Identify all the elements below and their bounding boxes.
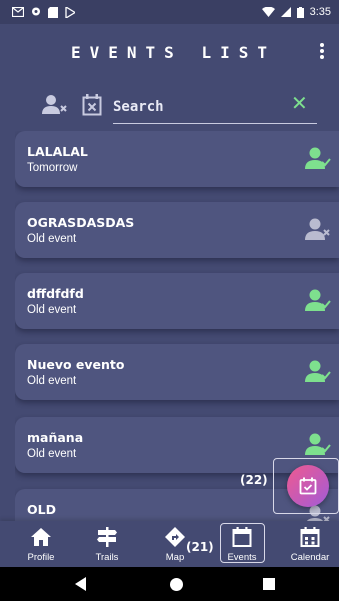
close-icon[interactable]: ✕ — [291, 92, 308, 116]
calendar-filter-button[interactable] — [82, 94, 102, 116]
nav-mark-label: (21) — [186, 540, 214, 554]
event-title: dffdfdfd — [27, 286, 84, 301]
page-title: EVENTS LIST — [71, 42, 276, 62]
list-item[interactable]: LALALAL Tomorrow — [15, 131, 339, 187]
recent-apps-button[interactable] — [263, 578, 275, 590]
nav-item-profile[interactable]: Profile — [15, 525, 67, 565]
calendar-check-icon — [299, 477, 317, 495]
filter-row: ✕ — [0, 84, 339, 130]
event-title: OLD — [27, 502, 56, 517]
list-item[interactable]: Nuevo evento Old event — [15, 344, 339, 400]
more-vertical-icon — [320, 43, 324, 47]
event-title: OGRASDASDAS — [27, 215, 135, 230]
bottom-nav: Profile Trails Map Events Calendar — [0, 521, 339, 567]
signal-icon — [280, 7, 291, 17]
status-left-icons — [12, 6, 75, 18]
event-title: Nuevo evento — [27, 357, 125, 372]
event-subtitle: Old event — [27, 375, 77, 387]
user-check-icon[interactable] — [305, 289, 331, 313]
more-vertical-dot — [320, 49, 324, 53]
search-bar: ✕ — [113, 92, 317, 124]
user-filter-button[interactable] — [42, 94, 68, 116]
battery-icon — [296, 6, 304, 18]
search-input[interactable] — [113, 94, 283, 120]
nav-label: Profile — [27, 552, 55, 563]
user-check-icon[interactable] — [305, 360, 331, 384]
status-right-icons: 3:35 — [261, 6, 331, 18]
directions-icon — [165, 527, 185, 547]
fab-mark-label: (22) — [240, 473, 268, 487]
calendar-grid-icon — [300, 527, 320, 547]
back-icon[interactable] — [75, 577, 86, 591]
event-subtitle: Tomorrow — [27, 162, 78, 174]
events-highlight-box — [220, 523, 265, 563]
event-title: LALALAL — [27, 144, 88, 159]
home-button[interactable] — [170, 578, 183, 591]
status-bar: 3:35 — [0, 0, 339, 24]
sim-icon — [48, 6, 58, 18]
event-subtitle: Old event — [27, 448, 77, 460]
more-vertical-dot — [320, 55, 324, 59]
list-item[interactable]: dffdfdfd Old event — [15, 273, 339, 329]
list-item[interactable]: OGRASDASDAS Old event — [15, 202, 339, 258]
system-nav-bar — [0, 567, 339, 601]
home-icon — [31, 528, 51, 546]
nav-label: Trails — [95, 552, 119, 563]
add-event-button[interactable] — [287, 465, 329, 507]
play-store-icon — [65, 6, 75, 18]
signpost-icon — [97, 527, 117, 547]
wifi-icon — [261, 7, 275, 17]
user-check-icon[interactable] — [305, 433, 331, 457]
user-x-icon[interactable] — [305, 218, 331, 242]
nav-item-calendar[interactable]: Calendar — [284, 525, 336, 565]
app-header: EVENTS LIST — [0, 24, 339, 80]
event-subtitle: Old event — [27, 304, 77, 316]
status-time: 3:35 — [309, 6, 331, 18]
more-options-button[interactable] — [315, 40, 329, 62]
event-title: mañana — [27, 430, 84, 445]
gmail-icon — [12, 7, 24, 17]
location-icon — [32, 7, 40, 15]
nav-label: Calendar — [290, 552, 330, 563]
event-subtitle: Old event — [27, 233, 77, 245]
nav-item-trails[interactable]: Trails — [81, 525, 133, 565]
user-check-icon[interactable] — [305, 147, 331, 171]
